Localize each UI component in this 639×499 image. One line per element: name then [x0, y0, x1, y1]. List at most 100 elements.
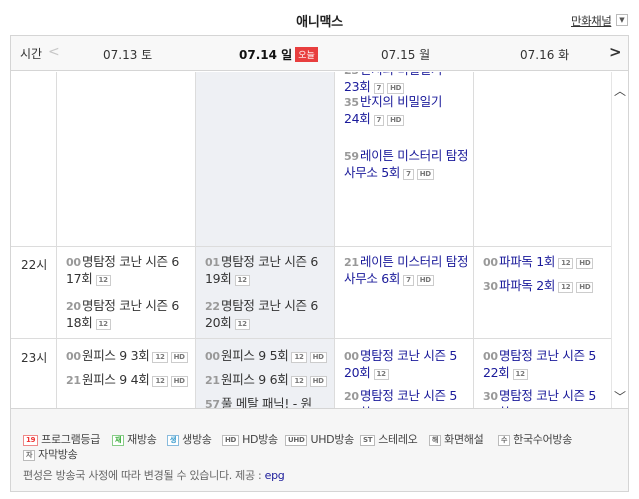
program-title[interactable]: 파파독 2회 — [499, 278, 555, 293]
day-tab-0715[interactable]: 07.15 월 — [381, 46, 430, 63]
hour-label-22: 22시 — [21, 258, 48, 272]
hd-badge-icon: HD — [170, 376, 188, 387]
rating-badge-icon: 12 — [152, 376, 168, 387]
program-item[interactable]: 59레이튼 미스터리 탐정 사무소 5회 7 HD — [344, 148, 469, 181]
program-title[interactable]: 명탐정 코난 시즌 5 22회 — [483, 348, 596, 380]
program-minute: 30 — [483, 280, 498, 293]
program-title[interactable]: 파파독 1회 — [499, 254, 555, 269]
time-column-label: 시간 — [20, 47, 43, 61]
program-item[interactable]: 01명탐정 코난 시즌 6 19회 12 — [205, 254, 330, 287]
program-item[interactable]: 00명탐정 코난 시즌 5 22회 12 — [483, 348, 608, 381]
program-item[interactable]: 00명탐정 코난 시즌 6 17회 12 — [66, 254, 191, 287]
program-item[interactable]: 00파파독 1회 12 HD — [483, 254, 608, 271]
scroll-down-icon[interactable]: ﹀ — [612, 388, 628, 405]
program-item[interactable]: 20명탐정 코난 시즌 5 21회12 — [344, 388, 469, 408]
legend-label: 한국수어방송 — [513, 433, 573, 446]
day-tab-0713[interactable]: 07.13 토 — [103, 46, 152, 63]
program-title[interactable]: 명탐정 코난 시즌 5 21회 — [344, 388, 457, 408]
program-item[interactable]: 00원피스 9 5회 12 HD — [205, 348, 330, 365]
program-item[interactable]: 21원피스 9 4회 12 HD — [66, 372, 191, 389]
legend-icon: 재 — [112, 435, 125, 446]
divider — [473, 72, 474, 408]
legend-icon: UHD — [285, 435, 308, 446]
rating-badge-icon: 12 — [291, 376, 307, 387]
today-badge: 오늘 — [295, 47, 318, 62]
program-title[interactable]: 명탐정 코난 시즌 6 18회 — [66, 298, 179, 330]
program-minute: 20 — [344, 390, 359, 403]
day-tab-0714[interactable]: 07.14 일 오늘 — [239, 46, 318, 63]
program-item[interactable]: 00원피스 9 3회 12 HD — [66, 348, 191, 365]
program-minute: 59 — [344, 150, 359, 163]
program-item[interactable]: 00명탐정 코난 시즌 5 20회 12 — [344, 348, 469, 381]
chevron-down-icon[interactable]: ▼ — [616, 14, 628, 26]
program-minute: 23 — [344, 72, 360, 79]
hd-badge-icon: HD — [387, 83, 405, 94]
program-title[interactable]: 명탐정 코난 시즌 6 17회 — [66, 254, 179, 286]
next-day-icon[interactable]: > — [609, 43, 622, 61]
schedule-note: 편성은 방송국 사정에 따라 변경될 수 있습니다. 제공 : epg — [23, 467, 285, 483]
rating-badge-icon: 12 — [95, 275, 111, 286]
program-title[interactable]: 풀 메탈 패닉! - 원 나이트 스탠드 — [205, 396, 312, 408]
program-item[interactable]: 30명탐정 코난 시즌 5 23회12 — [483, 388, 608, 408]
hour-divider — [11, 338, 611, 339]
program-title[interactable]: 원피스 9 3회 — [82, 348, 150, 363]
program-item[interactable]: 21원피스 9 6회 12 HD — [205, 372, 330, 389]
program-item[interactable]: 21레이튼 미스터리 탐정 사무소 6회 7 HD — [344, 254, 469, 287]
rating-badge-icon: 12 — [95, 319, 111, 330]
rating-badge-icon: 7 — [403, 275, 414, 286]
divider — [56, 72, 57, 408]
program-title[interactable]: 원피스 9 5회 — [221, 348, 289, 363]
program-minute: 00 — [483, 350, 498, 363]
rating-badge-icon: 7 — [403, 169, 414, 180]
hd-badge-icon: HD — [576, 282, 594, 293]
program-title[interactable]: 명탐정 코난 시즌 5 20회 — [344, 348, 457, 380]
rating-badge-icon: 7 — [373, 115, 385, 126]
hd-badge-icon: HD — [387, 115, 405, 126]
channel-select[interactable]: 만화채널 — [571, 13, 612, 29]
legend-icon: ST — [360, 435, 376, 446]
hd-badge-icon: HD — [416, 169, 434, 180]
scroll-up-icon[interactable]: ︿ — [612, 82, 628, 99]
source-label: 제공 : — [235, 469, 262, 482]
program-minute: 00 — [344, 350, 359, 363]
rating-badge-icon: 12 — [234, 275, 250, 286]
legend-item: 해 화면해설 — [429, 431, 484, 447]
rating-badge-icon: 7 — [373, 83, 385, 94]
program-title[interactable]: 명탐정 코난 시즌 6 19회 — [205, 254, 318, 286]
program-minute: 57 — [205, 398, 220, 408]
divider — [195, 72, 196, 408]
rating-badge-icon: 12 — [512, 369, 528, 380]
legend-label: 스테레오 — [378, 433, 418, 446]
legend-icon: HD — [222, 435, 240, 446]
hd-badge-icon: HD — [309, 376, 327, 387]
prev-day-icon[interactable]: < — [48, 44, 60, 60]
program-item[interactable]: 23반지의 비밀일기 23회7HD — [344, 72, 469, 95]
hd-badge-icon: HD — [576, 258, 594, 269]
vertical-scrollbar[interactable]: ︿ ﹀ — [611, 72, 628, 408]
program-item[interactable]: 22명탐정 코난 시즌 6 20회 12 — [205, 298, 330, 331]
program-minute: 00 — [66, 350, 81, 363]
program-item[interactable]: 35반지의 비밀일기 24회 7 HD — [344, 94, 469, 127]
program-item[interactable]: 57풀 메탈 패닉! - 원 나이트 스탠드15HD — [205, 396, 330, 408]
legend-label: 프로그램등급 — [41, 433, 101, 446]
program-title[interactable]: 명탐정 코난 시즌 5 23회 — [483, 388, 596, 408]
schedule-header: 시간 < 07.13 토 07.14 일 오늘 07.15 월 07.16 화 > — [11, 36, 628, 71]
source-link[interactable]: epg — [265, 469, 285, 482]
rating-badge-icon: 12 — [558, 258, 574, 269]
hd-badge-icon: HD — [309, 352, 327, 363]
divider — [334, 72, 335, 408]
rating-badge-icon: 12 — [152, 352, 168, 363]
program-title[interactable]: 원피스 9 4회 — [82, 372, 150, 387]
legend-item: ST 스테레오 — [360, 431, 418, 447]
program-item[interactable]: 20명탐정 코난 시즌 6 18회 12 — [66, 298, 191, 331]
legend-label: 자막방송 — [38, 448, 78, 461]
program-title[interactable]: 명탐정 코난 시즌 6 20회 — [205, 298, 318, 330]
program-minute: 00 — [483, 256, 498, 269]
hd-badge-icon: HD — [416, 275, 434, 286]
legend-item: UHD UHD방송 — [285, 431, 354, 447]
day-tab-0716[interactable]: 07.16 화 — [520, 46, 569, 63]
legend-icon: 해 — [429, 435, 442, 446]
program-item[interactable]: 30파파독 2회 12 HD — [483, 278, 608, 295]
program-title[interactable]: 원피스 9 6회 — [221, 372, 289, 387]
legend-label: 생방송 — [182, 433, 212, 446]
